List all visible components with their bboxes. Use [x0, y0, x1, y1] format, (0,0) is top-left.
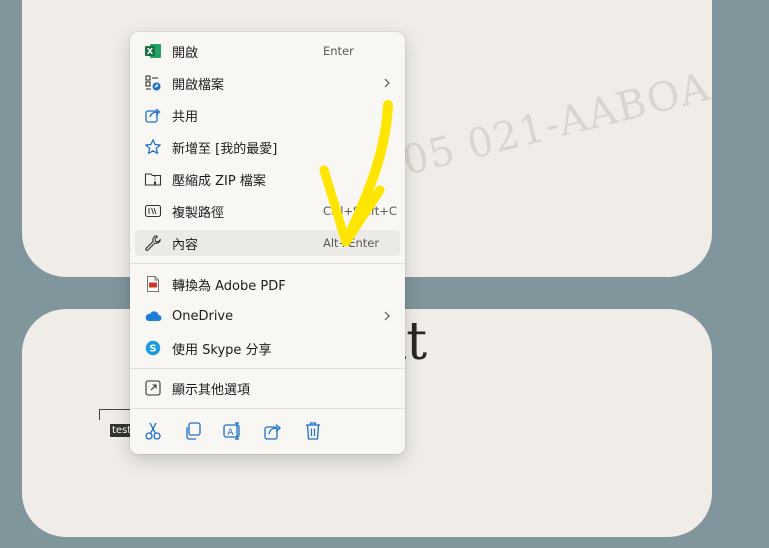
menu-item-shortcut: Ctrl+Shift+C — [323, 204, 397, 218]
menu-item-label: 轉換為 Adobe PDF — [172, 278, 286, 294]
share-icon[interactable] — [262, 420, 284, 442]
menu-item-label: 開啟 — [172, 45, 199, 61]
menu-item-label: 開啟檔案 — [172, 77, 225, 93]
menu-item-label: 內容 — [172, 237, 199, 253]
menu-item-label: 壓縮成 ZIP 檔案 — [172, 173, 266, 189]
rename-icon[interactable]: A — [222, 420, 244, 442]
menu-item-onedrive[interactable]: OneDrive — [135, 303, 400, 329]
menu-item-show-more-options[interactable]: 顯示其他選項 — [135, 375, 400, 401]
menu-item-add-favorites[interactable]: 新增至 [我的最愛] — [135, 134, 400, 160]
menu-item-convert-pdf[interactable]: 轉換為 Adobe PDF — [135, 271, 400, 297]
skype-icon: S — [145, 340, 161, 356]
menu-item-copy-path[interactable]: 複製路徑 Ctrl+Shift+C — [135, 198, 400, 224]
zip-folder-icon — [144, 173, 162, 186]
menu-item-label: 使用 Skype 分享 — [172, 342, 272, 358]
open-with-icon — [145, 75, 161, 91]
share-icon — [145, 108, 161, 123]
star-icon — [145, 139, 161, 154]
menu-item-label: 新增至 [我的最愛] — [172, 141, 278, 157]
pdf-icon — [147, 276, 159, 292]
menu-item-properties[interactable]: 內容 Alt+Enter — [135, 230, 400, 256]
wrench-icon — [145, 235, 161, 251]
menu-item-open[interactable]: X 開啟 Enter — [135, 38, 400, 64]
context-menu: X 開啟 Enter 開啟檔案 共用 新增至 [我的最愛] 壓縮成 ZIP 檔案… — [130, 32, 405, 454]
menu-separator — [130, 368, 405, 369]
chevron-right-icon — [384, 311, 390, 321]
menu-item-shortcut: Enter — [323, 44, 354, 58]
copy-icon[interactable] — [182, 420, 204, 442]
menu-separator — [130, 263, 405, 264]
copy-path-icon — [144, 204, 162, 218]
delete-icon[interactable] — [302, 420, 324, 442]
menu-item-compress-zip[interactable]: 壓縮成 ZIP 檔案 — [135, 166, 400, 192]
svg-text:X: X — [147, 47, 154, 56]
menu-item-share[interactable]: 共用 — [135, 102, 400, 128]
svg-text:S: S — [149, 344, 156, 355]
menu-item-label: 共用 — [172, 109, 199, 125]
menu-item-label: 複製路徑 — [172, 205, 225, 221]
svg-text:A: A — [227, 428, 234, 438]
menu-item-label: 顯示其他選項 — [172, 382, 251, 398]
more-options-icon — [145, 380, 161, 396]
menu-item-open-with[interactable]: 開啟檔案 — [135, 70, 400, 96]
menu-item-shortcut: Alt+Enter — [323, 236, 380, 250]
chevron-right-icon — [384, 78, 390, 88]
cut-icon[interactable] — [142, 420, 164, 442]
menu-item-label: OneDrive — [172, 308, 234, 324]
onedrive-icon — [145, 311, 162, 321]
menu-separator — [130, 408, 405, 409]
menu-item-share-skype[interactable]: S 使用 Skype 分享 — [135, 335, 400, 361]
excel-icon: X — [145, 44, 161, 58]
